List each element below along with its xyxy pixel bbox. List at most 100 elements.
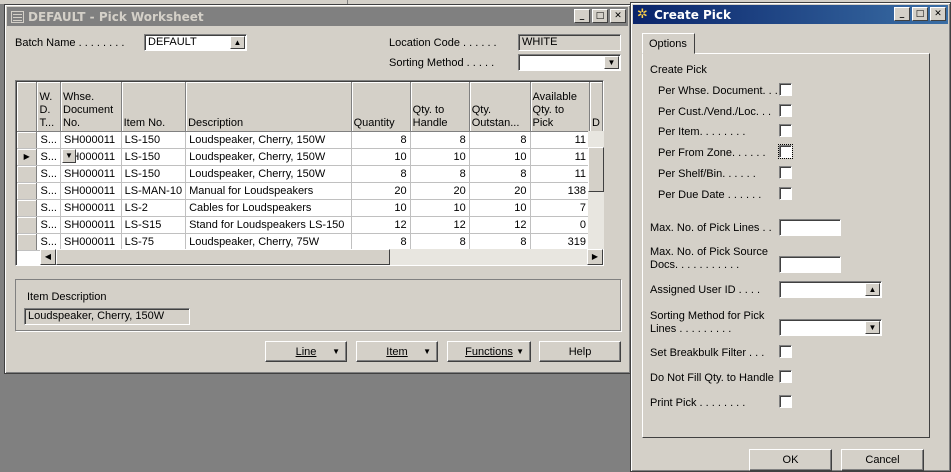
cell-quantity[interactable]: 10 [351, 199, 411, 217]
cell-qty-to-handle[interactable]: 10 [410, 148, 470, 166]
sorting-method-pick-select[interactable]: ▼ [779, 319, 882, 336]
cell-dropdown-arrow-icon[interactable]: ▼ [62, 149, 76, 163]
pick-lines-grid[interactable]: W. D. T... Whse. Document No. Item No. D… [15, 80, 604, 266]
cell-quantity[interactable]: 8 [351, 165, 411, 183]
cell-item-no[interactable]: LS-150 [121, 165, 187, 183]
create-pick-titlebar[interactable]: ✲ Create Pick _ □ ✕ [633, 5, 948, 24]
grid-horizontal-scrollbar[interactable]: ◀ ▶ [40, 249, 603, 265]
cell-doc-type[interactable]: S... [36, 233, 61, 251]
ok-button[interactable]: OK [749, 449, 832, 471]
cell-description[interactable]: Stand for Loudspeakers LS-150 [185, 216, 352, 234]
cell-doc-type[interactable]: S... [36, 182, 61, 200]
col-header-qty-to-handle[interactable]: Qty. to Handle [410, 82, 470, 132]
col-header-item-no[interactable]: Item No. [121, 82, 187, 132]
cell-available-qty[interactable]: 11 [530, 165, 591, 183]
lookup-arrow-icon[interactable]: ▲ [230, 36, 245, 49]
cell-quantity[interactable]: 20 [351, 182, 411, 200]
row-selector[interactable] [17, 233, 38, 251]
per-whse-document-checkbox[interactable] [779, 83, 792, 96]
cell-qty-to-handle[interactable]: 12 [410, 216, 470, 234]
grid-vertical-scrollbar[interactable] [588, 131, 604, 249]
cell-qty-outstanding[interactable]: 12 [469, 216, 531, 234]
cell-doc-type[interactable]: S... [36, 148, 61, 166]
cell-available-qty[interactable]: 0 [530, 216, 591, 234]
cell-quantity[interactable]: 10 [351, 148, 411, 166]
table-row[interactable]: S... SH000011 LS-S15 Stand for Loudspeak… [17, 216, 603, 234]
close-icon[interactable]: ✕ [610, 9, 626, 23]
close-icon[interactable]: ✕ [930, 7, 946, 21]
col-header-description[interactable]: Description [185, 82, 352, 132]
per-shelf-bin-checkbox[interactable] [779, 166, 792, 179]
max-pick-lines-input[interactable] [779, 219, 841, 236]
cell-quantity[interactable]: 8 [351, 131, 411, 149]
cell-available-qty[interactable]: 7 [530, 199, 591, 217]
cell-item-no[interactable]: LS-S15 [121, 216, 187, 234]
table-row[interactable]: S... SH000011 LS-150 Loudspeaker, Cherry… [17, 131, 603, 149]
line-menu-button[interactable]: Line ▼ [265, 341, 347, 362]
cell-description[interactable]: Loudspeaker, Cherry, 150W [185, 148, 352, 166]
per-from-zone-checkbox[interactable] [778, 144, 793, 159]
row-selector[interactable] [17, 216, 38, 234]
chevron-down-icon[interactable]: ▼ [604, 56, 619, 69]
batch-name-field[interactable]: DEFAULT ▲ [144, 34, 247, 51]
cell-description[interactable]: Loudspeaker, Cherry, 75W [185, 233, 352, 251]
cell-qty-outstanding[interactable]: 10 [469, 199, 531, 217]
per-item-checkbox[interactable] [779, 124, 792, 137]
cell-description[interactable]: Cables for Loudspeakers [185, 199, 352, 217]
cell-qty-to-handle[interactable]: 10 [410, 199, 470, 217]
cell-qty-outstanding[interactable]: 20 [469, 182, 531, 200]
scroll-right-arrow-icon[interactable]: ▶ [587, 249, 603, 265]
cell-doc-type[interactable]: S... [36, 216, 61, 234]
vertical-scroll-thumb[interactable] [588, 147, 604, 192]
per-cust-vend-loc-checkbox[interactable] [779, 104, 792, 117]
tab-options[interactable]: Options [642, 33, 695, 54]
cell-item-no[interactable]: LS-75 [121, 233, 187, 251]
maximize-icon[interactable]: □ [912, 7, 928, 21]
cell-whse-doc-no[interactable]: SH000011 [60, 216, 122, 234]
cell-doc-type[interactable]: S... [36, 199, 61, 217]
functions-menu-button[interactable]: Functions ▼ [447, 341, 531, 362]
do-not-fill-qty-checkbox[interactable] [779, 370, 792, 383]
set-breakbulk-filter-checkbox[interactable] [779, 345, 792, 358]
assigned-user-id-input[interactable]: ▲ [779, 281, 882, 298]
print-pick-checkbox[interactable] [779, 395, 792, 408]
col-header-available-qty[interactable]: Available Qty. to Pick [530, 82, 591, 132]
chevron-down-icon[interactable]: ▼ [865, 321, 880, 334]
row-selector[interactable] [17, 182, 38, 200]
cell-available-qty[interactable]: 319 [530, 233, 591, 251]
row-selector[interactable] [17, 165, 38, 183]
cell-description[interactable]: Loudspeaker, Cherry, 150W [185, 131, 352, 149]
col-header-doc-type[interactable]: W. D. T... [36, 82, 61, 132]
table-row[interactable]: S... SH000011 LS-75 Loudspeaker, Cherry,… [17, 233, 603, 251]
row-selector[interactable] [17, 199, 38, 217]
cell-qty-outstanding[interactable]: 8 [469, 165, 531, 183]
cell-whse-doc-no[interactable]: SH000011 [60, 199, 122, 217]
table-row[interactable]: S... SH000011 LS-2 Cables for Loudspeake… [17, 199, 603, 217]
cell-whse-doc-no[interactable]: SH000011 [60, 131, 122, 149]
worksheet-titlebar[interactable]: DEFAULT - Pick Worksheet _ □ ✕ [7, 7, 628, 26]
cell-qty-to-handle[interactable]: 8 [410, 131, 470, 149]
cell-item-no[interactable]: LS-150 [121, 148, 187, 166]
cell-qty-to-handle[interactable]: 8 [410, 233, 470, 251]
cell-whse-doc-no[interactable]: SH000011 [60, 182, 122, 200]
help-button[interactable]: Help [539, 341, 621, 362]
cell-item-no[interactable]: LS-2 [121, 199, 187, 217]
minimize-icon[interactable]: _ [574, 9, 590, 23]
col-header-whse-doc-no[interactable]: Whse. Document No. [60, 82, 122, 132]
table-row[interactable]: S... SH000011 LS-MAN-10 Manual for Louds… [17, 182, 603, 200]
cell-item-no[interactable]: LS-150 [121, 131, 187, 149]
maximize-icon[interactable]: □ [592, 9, 608, 23]
table-row[interactable]: S... SH000011 LS-150 Loudspeaker, Cherry… [17, 165, 603, 183]
col-header-quantity[interactable]: Quantity [351, 82, 411, 132]
scroll-left-arrow-icon[interactable]: ◀ [40, 249, 56, 265]
cell-qty-outstanding[interactable]: 8 [469, 131, 531, 149]
max-source-docs-input[interactable] [779, 256, 841, 273]
cell-available-qty[interactable]: 11 [530, 131, 591, 149]
cell-doc-type[interactable]: S... [36, 165, 61, 183]
cell-whse-doc-no[interactable]: SH000011 [60, 233, 122, 251]
cell-item-no[interactable]: LS-MAN-10 [121, 182, 187, 200]
sorting-method-select[interactable]: ▼ [518, 54, 621, 71]
col-header-qty-outstanding[interactable]: Qty. Outstan... [469, 82, 531, 132]
col-header-d[interactable]: D [589, 82, 603, 132]
cell-qty-outstanding[interactable]: 10 [469, 148, 531, 166]
